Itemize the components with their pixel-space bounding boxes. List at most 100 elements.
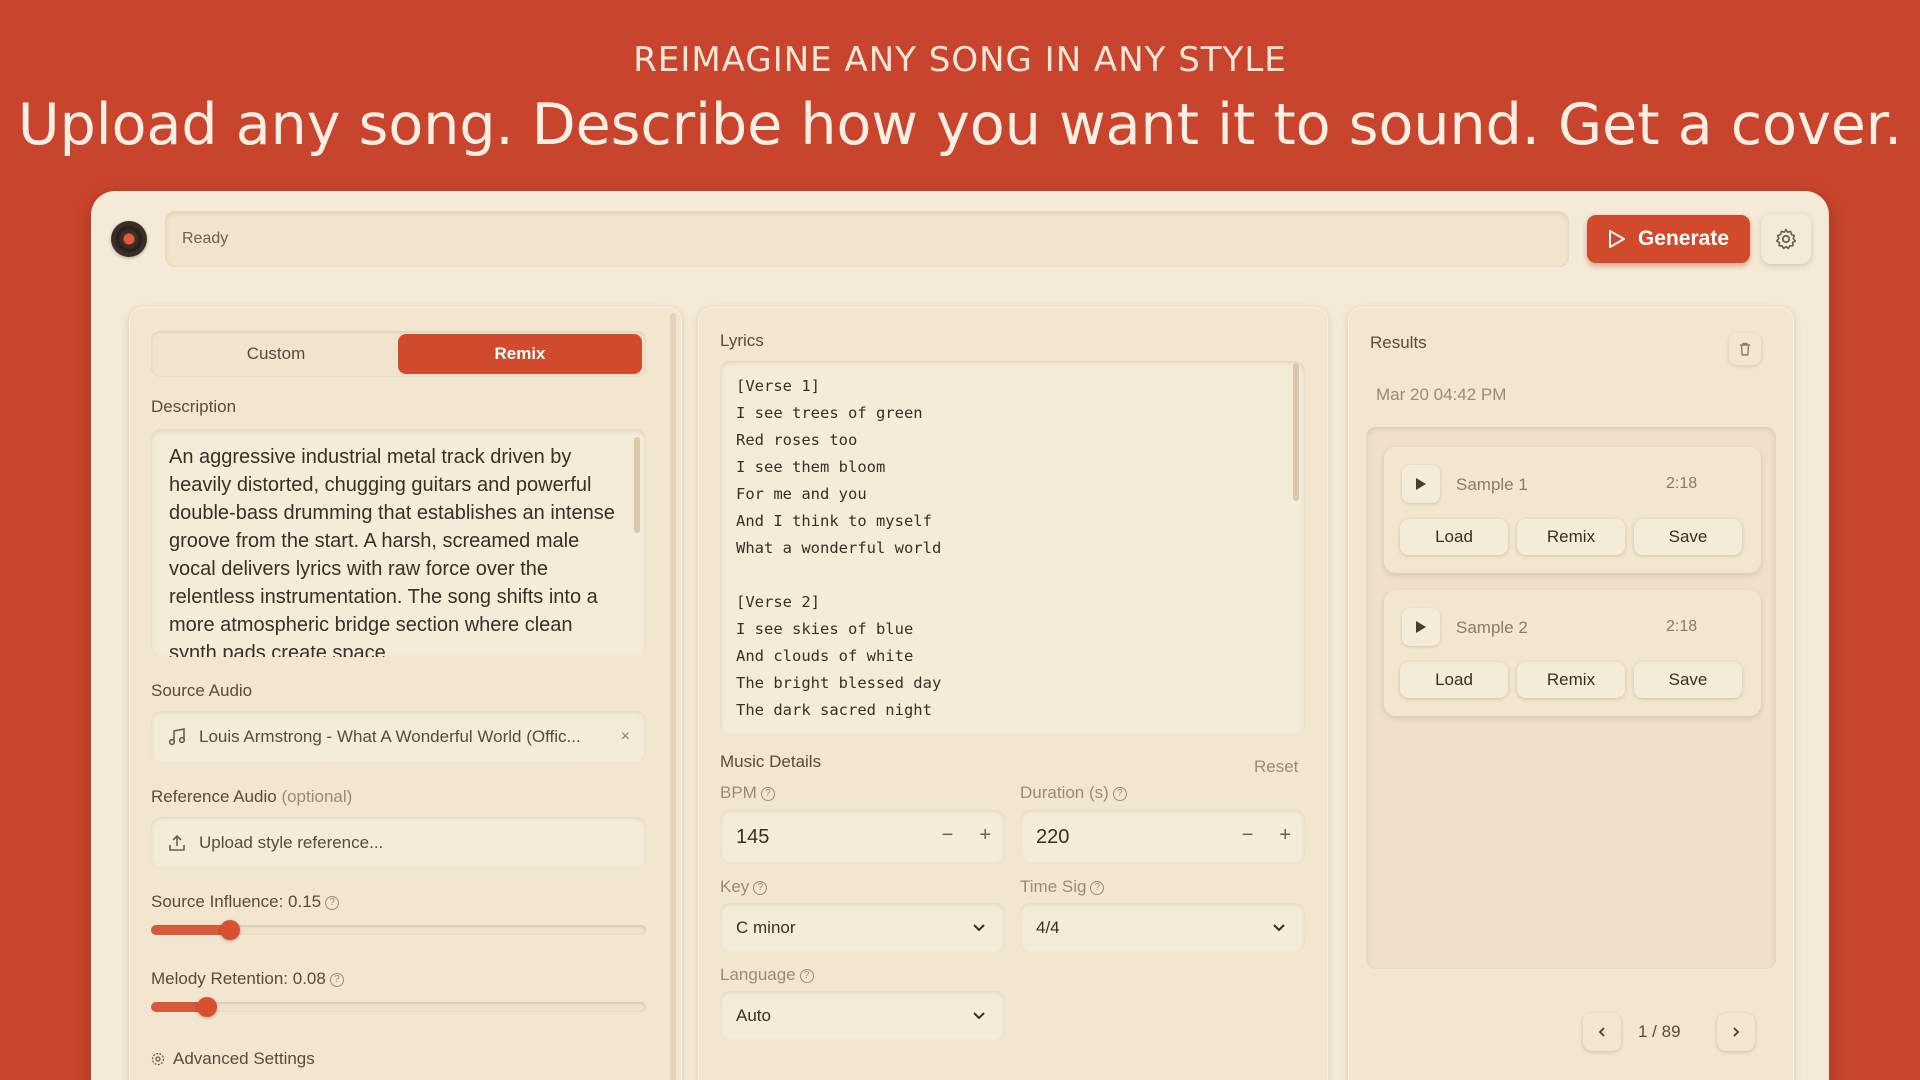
reference-audio-title: Reference Audio: [151, 787, 277, 806]
play-icon: [1416, 621, 1426, 633]
help-icon[interactable]: ?: [753, 880, 768, 895]
mode-toggle: Custom Remix: [151, 331, 646, 377]
source-influence-thumb[interactable]: [220, 920, 240, 940]
chevron-down-icon: [973, 1012, 985, 1020]
bpm-input[interactable]: 145 − +: [720, 810, 1005, 864]
lyrics-label: Lyrics: [720, 331, 764, 350]
generate-label: Generate: [1637, 227, 1730, 250]
reference-upload-placeholder: Upload style reference...: [199, 833, 384, 852]
result-card: Sample 2 2:18 Load Remix Save: [1384, 590, 1761, 716]
language-label: Language?: [720, 965, 814, 985]
vinyl-logo-icon: [111, 221, 147, 257]
left-panel-scrollbar[interactable]: [670, 313, 676, 1080]
reset-button[interactable]: Reset: [1254, 757, 1298, 777]
generate-button[interactable]: Generate: [1587, 215, 1750, 263]
bpm-increment-button[interactable]: +: [979, 824, 991, 847]
hero-subtitle: REIMAGINE ANY SONG IN ANY STYLE: [633, 40, 1287, 80]
help-icon[interactable]: ?: [760, 786, 775, 801]
duration-increment-button[interactable]: +: [1279, 824, 1291, 847]
bpm-value: 145: [736, 825, 770, 848]
source-audio-filename: Louis Armstrong - What A Wonderful World…: [199, 727, 581, 746]
remix-button[interactable]: Remix: [1517, 662, 1625, 698]
melody-retention-label: Melody Retention: 0.08?: [151, 969, 344, 989]
chevron-down-icon: [973, 924, 985, 932]
upload-icon: [169, 835, 185, 851]
bpm-decrement-button[interactable]: −: [942, 824, 954, 847]
key-label: Key?: [720, 877, 768, 897]
language-label-text: Language: [720, 965, 796, 984]
duration-decrement-button[interactable]: −: [1242, 824, 1254, 847]
chevron-right-icon: [1733, 1027, 1740, 1037]
help-icon[interactable]: ?: [325, 895, 340, 910]
tab-remix[interactable]: Remix: [398, 334, 642, 374]
page-indicator: 1 / 89: [1638, 1022, 1681, 1041]
save-button[interactable]: Save: [1634, 662, 1742, 698]
help-icon[interactable]: ?: [1090, 880, 1105, 895]
results-list: Sample 1 2:18 Load Remix Save Sample 2 2…: [1366, 427, 1776, 969]
time-sig-label: Time Sig?: [1020, 877, 1105, 897]
key-select[interactable]: C minor: [720, 903, 1005, 953]
results-panel: Results Mar 20 04:42 PM Sample 1 2:18 Lo…: [1348, 307, 1794, 1080]
results-timestamp: Mar 20 04:42 PM: [1376, 385, 1507, 404]
sample-duration: 2:18: [1666, 618, 1698, 635]
source-influence-label: Source Influence: 0.15?: [151, 892, 340, 912]
description-textarea[interactable]: An aggressive industrial metal track dri…: [151, 429, 646, 657]
reference-upload-field[interactable]: Upload style reference...: [151, 817, 646, 869]
gear-icon: [1775, 228, 1797, 250]
chevron-down-icon: [1273, 924, 1285, 932]
time-sig-value: 4/4: [1036, 918, 1060, 937]
reference-audio-label: Reference Audio (optional): [151, 787, 352, 807]
language-select[interactable]: Auto: [720, 991, 1005, 1041]
settings-panel: Custom Remix Description An aggressive i…: [129, 307, 682, 1080]
melody-retention-thumb[interactable]: [197, 997, 217, 1017]
lyrics-textarea[interactable]: [Verse 1] I see trees of green Red roses…: [720, 361, 1305, 735]
advanced-settings-label: Advanced Settings: [173, 1049, 315, 1068]
chevron-left-icon: [1598, 1027, 1605, 1037]
clear-results-button[interactable]: [1729, 333, 1761, 365]
duration-value: 220: [1036, 825, 1070, 848]
source-influence-slider[interactable]: [151, 920, 646, 940]
sample-duration: 2:18: [1666, 475, 1698, 492]
sample-play-button[interactable]: [1402, 608, 1440, 646]
save-button[interactable]: Save: [1634, 519, 1742, 555]
time-sig-select[interactable]: 4/4: [1020, 903, 1305, 953]
play-icon: [1416, 478, 1426, 490]
tab-custom[interactable]: Custom: [154, 334, 398, 374]
help-icon[interactable]: ?: [1112, 786, 1127, 801]
bpm-label-text: BPM: [720, 783, 757, 802]
source-influence-fill: [151, 925, 230, 935]
settings-button[interactable]: [1761, 214, 1811, 264]
description-scrollbar[interactable]: [634, 437, 640, 533]
load-button[interactable]: Load: [1400, 662, 1508, 698]
language-value: Auto: [736, 1006, 771, 1025]
advanced-settings-toggle[interactable]: Advanced Settings: [151, 1049, 315, 1069]
sample-name: Sample 2: [1456, 618, 1528, 637]
duration-label: Duration (s)?: [1020, 783, 1127, 803]
next-page-button[interactable]: [1717, 1013, 1755, 1051]
lyrics-text: [Verse 1] I see trees of green Red roses…: [736, 377, 942, 719]
description-text: An aggressive industrial metal track dri…: [169, 446, 615, 657]
sample-play-button[interactable]: [1402, 465, 1440, 503]
status-bar: Ready: [165, 211, 1569, 267]
bpm-label: BPM?: [720, 783, 775, 803]
remix-button[interactable]: Remix: [1517, 519, 1625, 555]
play-icon: [1608, 230, 1625, 248]
source-audio-label: Source Audio: [151, 681, 253, 700]
status-text: Ready: [182, 230, 229, 247]
reference-optional: (optional): [281, 787, 353, 806]
result-card: Sample 1 2:18 Load Remix Save: [1384, 447, 1761, 573]
music-details-label: Music Details: [720, 752, 822, 771]
results-label: Results: [1370, 333, 1427, 352]
trash-icon: [1740, 342, 1750, 356]
load-button[interactable]: Load: [1400, 519, 1508, 555]
time-sig-label-text: Time Sig: [1020, 877, 1087, 896]
help-icon[interactable]: ?: [799, 968, 814, 983]
melody-retention-slider[interactable]: [151, 997, 646, 1017]
prev-page-button[interactable]: [1583, 1013, 1621, 1051]
source-audio-field[interactable]: Louis Armstrong - What A Wonderful World…: [151, 711, 646, 763]
help-icon[interactable]: ?: [329, 972, 344, 987]
duration-input[interactable]: 220 − +: [1020, 810, 1305, 864]
lyrics-scrollbar[interactable]: [1293, 363, 1299, 501]
key-value: C minor: [736, 918, 796, 937]
remove-source-icon[interactable]: ×: [621, 728, 630, 746]
